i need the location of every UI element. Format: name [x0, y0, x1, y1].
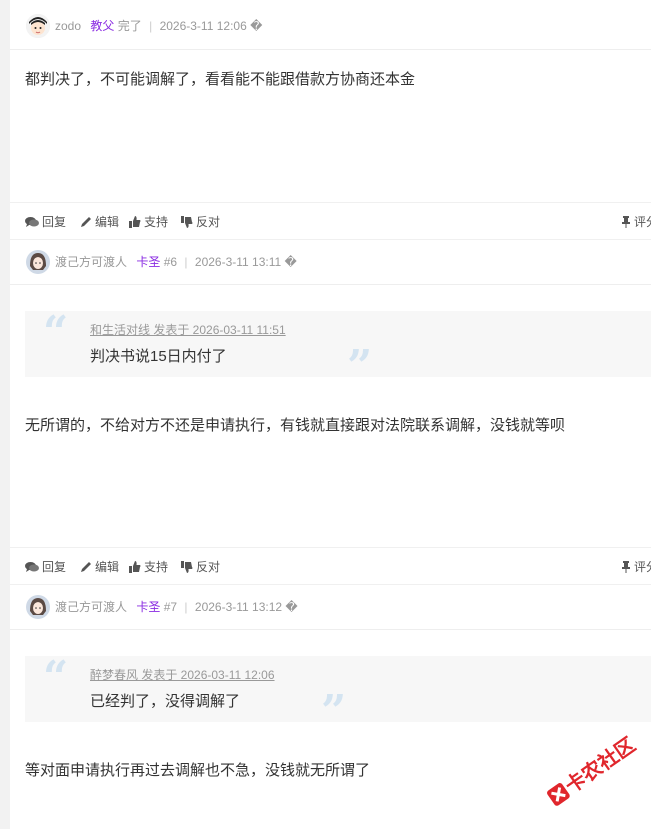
quote-author-link[interactable]: 醉梦春风 发表于 2026-03-11 12:06 [90, 666, 275, 683]
pencil-icon [81, 216, 91, 227]
watermark-text: 卡农社区 [561, 732, 640, 798]
user-group: 教父 [90, 19, 115, 33]
rate-label: 评分 [634, 215, 651, 229]
quote-author-link[interactable]: 和生活对线 发表于 2026-03-11 11:51 [90, 321, 286, 338]
oppose-label: 反对 [196, 560, 221, 574]
avatar[interactable] [26, 14, 50, 38]
avatar-anime-icon [26, 595, 50, 619]
separator: | [184, 600, 188, 614]
oppose-button[interactable]: 反对 [181, 558, 220, 575]
quote-block: “ 和生活对线 发表于 2026-03-11 11:51 判决书说15日内付了 … [25, 307, 651, 392]
post-content: 无所谓的，不给对方不还是申请执行，有钱就直接跟对法院联系调解，没钱就等呗 [25, 417, 566, 434]
post-header: zodo 教父 完了 | 2026-3-11 12:06 � [10, 5, 651, 50]
rate-label: 评分 [634, 560, 651, 574]
separator: | [149, 19, 153, 33]
edit-button[interactable]: 编辑 [80, 558, 119, 575]
edit-label: 编辑 [95, 560, 120, 574]
support-label: 支持 [144, 560, 169, 574]
support-button[interactable]: 支持 [129, 558, 168, 575]
post-content: 等对面申请执行再过去调解也不急，没钱就无所谓了 [25, 762, 371, 779]
quote-open-icon: “ [43, 652, 69, 703]
thumbs-down-icon [181, 215, 193, 228]
comments-icon [25, 561, 39, 572]
quote-close-icon: ” [321, 686, 347, 737]
quote-block: “ 醉梦春风 发表于 2026-03-11 12:06 已经判了，没得调解了 ” [25, 652, 651, 737]
thread-page: zodo 教父 完了 | 2026-3-11 12:06 � 都判决了，不可能调… [10, 0, 651, 829]
oppose-label: 反对 [196, 215, 221, 229]
pin-icon [622, 560, 630, 573]
oppose-button[interactable]: 反对 [181, 213, 220, 230]
author-link[interactable]: 渡己方可渡人 [55, 600, 127, 614]
watermark-logo: 卡农社区 [540, 730, 650, 810]
author-link[interactable]: 渡己方可渡人 [55, 255, 127, 269]
reply-label: 回复 [42, 215, 67, 229]
support-label: 支持 [144, 215, 169, 229]
edit-label: 编辑 [95, 215, 120, 229]
support-button[interactable]: 支持 [129, 213, 168, 230]
avatar[interactable] [26, 250, 50, 274]
post-datetime: 2026-3-11 13:12 � [194, 600, 298, 614]
user-status: 完了 [117, 19, 142, 33]
post-content: 都判决了，不可能调解了，看看能不能跟借款方协商还本金 [25, 71, 416, 88]
quote-text: 判决书说15日内付了 [90, 348, 227, 365]
kanong-logo-icon: 卡农社区 [547, 732, 640, 806]
quote-text: 已经判了，没得调解了 [90, 693, 241, 710]
thumbs-up-icon [129, 215, 141, 228]
post-datetime: 2026-3-11 12:06 � [159, 19, 263, 33]
quote-close-icon: ” [347, 341, 373, 392]
post-actions: 回复 编辑 支持 反对 评分 [10, 547, 651, 585]
edit-button[interactable]: 编辑 [80, 213, 119, 230]
avatar[interactable] [26, 595, 50, 619]
thumbs-down-icon [181, 560, 193, 573]
author-link[interactable]: zodo [55, 19, 81, 33]
post-2: 渡己方可渡人 卡圣 #6 | 2026-3-11 13:11 � “ 和生活对线… [10, 240, 651, 585]
post-meta: zodo 教父 完了 | 2026-3-11 12:06 � [55, 17, 262, 35]
post-meta: 渡己方可渡人 卡圣 #6 | 2026-3-11 13:11 � [55, 253, 297, 271]
reply-button[interactable]: 回复 [25, 213, 66, 230]
comments-icon [25, 216, 39, 227]
post-actions: 回复 编辑 支持 反对 评分 [10, 202, 651, 240]
post-floor[interactable]: #6 [164, 255, 177, 269]
reply-label: 回复 [42, 560, 67, 574]
post-header: 渡己方可渡人 卡圣 #7 | 2026-3-11 13:12 � [10, 585, 651, 630]
post-floor[interactable]: #7 [164, 600, 177, 614]
post-meta: 渡己方可渡人 卡圣 #7 | 2026-3-11 13:12 � [55, 598, 298, 616]
post-header: 渡己方可渡人 卡圣 #6 | 2026-3-11 13:11 � [10, 240, 651, 285]
user-group: 卡圣 [136, 600, 161, 614]
reply-button[interactable]: 回复 [25, 558, 66, 575]
pin-icon [622, 215, 630, 228]
pencil-icon [81, 561, 91, 572]
avatar-anime-icon [26, 250, 50, 274]
user-group: 卡圣 [136, 255, 161, 269]
rate-button[interactable]: 评分 [621, 213, 651, 230]
avatar-cartoon-icon [26, 14, 50, 38]
quote-open-icon: “ [43, 307, 69, 358]
separator: | [184, 255, 188, 269]
post-datetime: 2026-3-11 13:11 � [194, 255, 297, 269]
rate-button[interactable]: 评分 [621, 558, 651, 575]
thumbs-up-icon [129, 560, 141, 573]
